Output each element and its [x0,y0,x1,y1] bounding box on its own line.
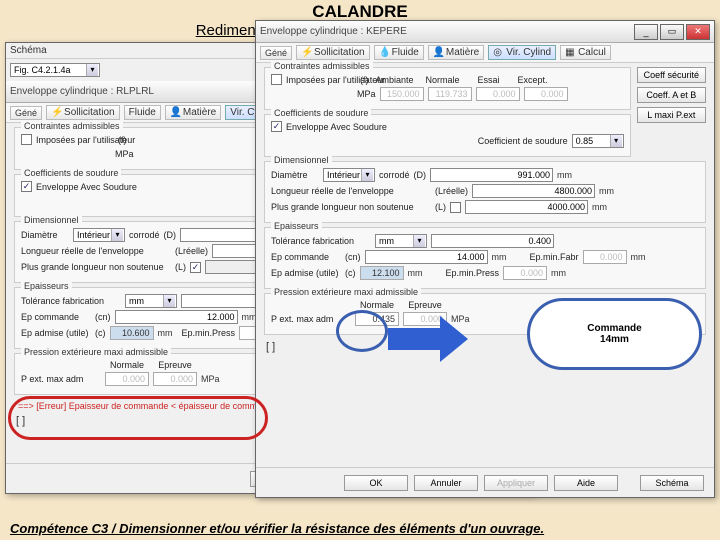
fld-epc-fg[interactable] [365,250,488,264]
btn-schema-fg[interactable]: Schéma [640,475,704,491]
sel-coef-soud-fg[interactable]: 0.85 [572,134,624,148]
chk-imposees-bg[interactable] [21,134,32,145]
min-icon[interactable]: _ [634,24,658,40]
f-normale-fg: 119.733 [428,87,472,101]
f-ambiante-fg: 150.000 [380,87,424,101]
btn-apply-fg: Appliquer [484,475,548,491]
tab-soll-fg[interactable]: ⚡Sollicitation [296,45,370,60]
grp-dim-fg: Dimensionnel DiamètreIntérieurcorrodé(D)… [264,161,706,223]
person-icon: 👤 [433,47,444,58]
chk-pgl-fg[interactable] [450,202,461,213]
chk-env-soud-bg[interactable]: ✓ [21,181,32,192]
tab-fluide-fg[interactable]: 💧Fluide [374,45,424,60]
tab-calcul-fg[interactable]: ▦Calcul [560,45,611,60]
bolt-icon: ⚡ [301,47,312,58]
value-highlight-ring [336,310,388,352]
callout-commande: Commande14mm [527,298,702,370]
page-title: CALANDRE [0,2,720,22]
bolt-icon: ⚡ [51,107,62,118]
chk-env-soud-fg[interactable]: ✓ [271,121,282,132]
tab-matiere[interactable]: 👤Matière [165,105,221,120]
sel-diam-bg[interactable]: Intérieur [73,228,125,242]
grp-coef-fg: Coefficients de soudure ✓Enveloppe Avec … [264,114,631,157]
fld-tol-fg[interactable] [431,234,554,248]
tab-matiere-fg[interactable]: 👤Matière [428,45,484,60]
error-highlight-ring [8,396,268,440]
grp-ep-fg: Epaisseurs Tolérance fabricationmm Ep co… [264,227,706,289]
close-icon[interactable]: ✕ [686,24,710,40]
competence-footer: Compétence C3 / Dimensionner et/ou vérif… [10,521,710,536]
schema-ref-select[interactable]: Fig. C4.2.1.4a [10,63,100,77]
fld-epa-fg: 12.100 [360,266,404,280]
grp-contraintes-fg: Contraintes admissibles Imposées par l'u… [264,67,631,110]
person-icon: 👤 [170,107,181,118]
fld-pgl-fg[interactable] [465,200,588,214]
btn-help-fg[interactable]: Aide [554,475,618,491]
btn-coef-sec[interactable]: Coeff sécurité [637,67,706,83]
fld-epa-bg: 10.600 [110,326,154,340]
btn-lmaxi[interactable]: L maxi P.ext [637,107,706,123]
sel-diam-fg[interactable]: Intérieur [323,168,375,182]
tab-fluide[interactable]: Fluide [124,105,161,120]
cyl-icon: ◎ [493,47,504,58]
btn-coef-ab[interactable]: Coeff. A et B [637,87,706,103]
f-essai-fg: 0.000 [476,87,520,101]
max-icon[interactable]: ▭ [660,24,684,40]
tab-gene[interactable]: Géné [10,106,42,120]
btn-ok-fg[interactable]: OK [344,475,408,491]
tabs-fg: Géné ⚡Sollicitation 💧Fluide 👤Matière ◎Vi… [256,43,714,63]
drop-icon: 💧 [379,47,390,58]
calc-icon: ▦ [565,47,576,58]
tab-gene-fg[interactable]: Géné [260,46,292,60]
btn-cancel-fg[interactable]: Annuler [414,475,478,491]
window-fg: Enveloppe cylindrique : KEPERE _ ▭ ✕ Gén… [255,20,715,498]
sel-tol-bg[interactable]: mm [125,294,177,308]
chk-imposees-fg[interactable] [271,74,282,85]
fld-diam-fg[interactable] [430,168,553,182]
f-except-fg: 0.000 [524,87,568,101]
schema-label: Schéma [10,45,47,56]
fld-long-fg[interactable] [472,184,595,198]
fld-epc-bg[interactable] [115,310,238,324]
chk-pgl-bg[interactable]: ✓ [190,262,201,273]
tab-soll[interactable]: ⚡Sollicitation [46,105,120,120]
window-fg-title: Enveloppe cylindrique : KEPERE [260,26,632,37]
sel-tol-fg[interactable]: mm [375,234,427,248]
tab-vircyl-fg[interactable]: ◎Vir. Cylind [488,45,556,60]
